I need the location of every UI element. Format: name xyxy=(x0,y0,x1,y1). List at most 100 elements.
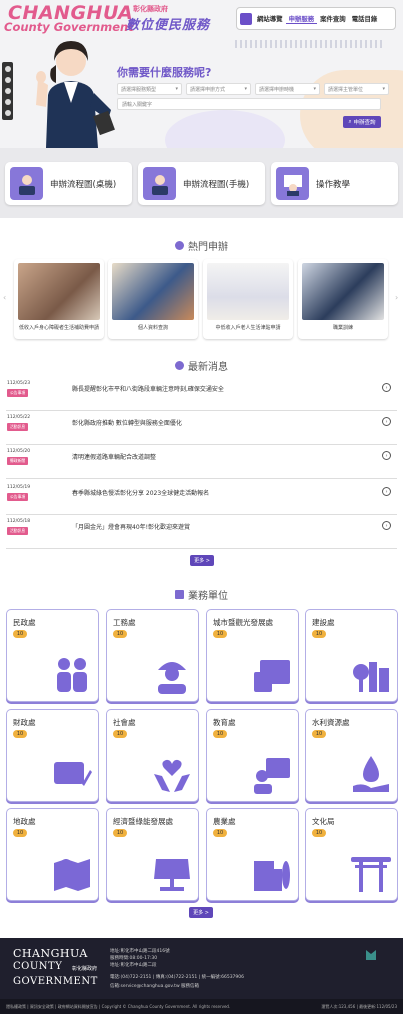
unit-card[interactable]: 文化局 10 xyxy=(305,808,398,901)
select-service-type[interactable]: 請選擇服務類型 ▾ xyxy=(117,83,182,95)
select-apply-method[interactable]: 請選擇申辦方式 ▾ xyxy=(186,83,251,95)
tutorial-icon xyxy=(276,167,309,200)
family-icon xyxy=(57,658,87,692)
unit-card[interactable]: 財政處 10 xyxy=(6,709,99,802)
news-item[interactable]: 112/05/18 活動訊息 「月圓金光」燈會再現40年!彰化歡迎來遊賞 › xyxy=(6,515,397,549)
arrow-right-icon[interactable]: › xyxy=(382,383,391,392)
carousel-prev-icon[interactable]: ‹ xyxy=(3,293,6,302)
unit-count-badge: 10 xyxy=(113,730,127,738)
share-icon[interactable] xyxy=(4,66,11,73)
nav-services[interactable]: 申辦服務 xyxy=(285,14,318,24)
news-item[interactable]: 112/05/19 公告事項 春季縣城綠色慢活彰化分享 2023全球健走活動報名… xyxy=(6,481,397,515)
arrow-right-icon[interactable]: › xyxy=(382,521,391,530)
search-selects: 請選擇服務類型 ▾ 請選擇申辦方式 ▾ 請選擇申辦時機 ▾ 請選擇主管單位 ▾ xyxy=(117,83,389,95)
card-flow-mobile[interactable]: 申辦流程圖(手機) xyxy=(138,162,265,205)
hot-section-title: 熱門申辦 xyxy=(0,238,403,253)
unit-name: 社會處 xyxy=(113,718,136,727)
library-photo xyxy=(112,263,194,320)
line-icon[interactable] xyxy=(4,87,11,94)
units-title-text: 業務單位 xyxy=(188,591,228,602)
unit-card[interactable]: 社會處 10 xyxy=(106,709,199,802)
unit-count-badge: 10 xyxy=(213,829,227,837)
footer-stats: 瀏覽人次:123,456 | 最後更新:112/05/23 xyxy=(321,1003,397,1009)
news-title[interactable]: 清明連假道路車輛配合改道調整 xyxy=(72,452,156,461)
menu-icon[interactable] xyxy=(240,12,252,25)
news-date: 112/05/22 xyxy=(7,415,31,420)
news-title[interactable]: 「月圓金光」燈會再現40年!彰化歡迎來遊賞 xyxy=(72,522,190,531)
unit-count-badge: 10 xyxy=(113,630,127,638)
news-item[interactable]: 112/05/23 公告事項 縣長提醒彰化市平和八街路段車輛注意時刻,確保交通安… xyxy=(6,377,397,411)
gate-icon xyxy=(351,857,391,892)
news-item[interactable]: 112/05/20 縣政新聞 清明連假道路車輛配合改道調整 › xyxy=(6,445,397,479)
unit-card[interactable]: 農業處 10 xyxy=(206,808,299,901)
news-title[interactable]: 彰化縣政府推動 數位轉型與服務全面優化 xyxy=(72,418,182,427)
meeting-photo xyxy=(302,263,384,320)
keyword-input[interactable]: 請輸入關鍵字 xyxy=(117,98,381,110)
footer-info: 服務時間:08:00-17:30 xyxy=(110,956,158,961)
news-tag: 公告事項 xyxy=(7,389,29,397)
nav-case-search[interactable]: 案件查詢 xyxy=(317,14,349,23)
unit-count-badge: 10 xyxy=(312,829,326,837)
hot-item-3[interactable]: 中低收入戶老人生活津貼申請 xyxy=(203,259,293,339)
unit-card[interactable]: 城市暨觀光發展處 10 xyxy=(206,609,299,702)
unit-name: 工務處 xyxy=(113,618,136,627)
units-more-button[interactable]: 更多 > xyxy=(189,907,213,918)
unit-card[interactable]: 建設處 10 xyxy=(305,609,398,702)
card-flow-desktop[interactable]: 申辦流程圖(桌機) xyxy=(5,162,132,205)
hot-item-label: 個人資料查詢 xyxy=(137,325,168,331)
unit-count-badge: 10 xyxy=(113,829,127,837)
unit-card[interactable]: 地政處 10 xyxy=(6,808,99,901)
carousel-next-icon[interactable]: › xyxy=(395,293,398,302)
news-tag: 活動訊息 xyxy=(7,527,29,535)
footer-info: 信箱:service@changhua.gov.tw 服務信箱 xyxy=(110,984,200,989)
wheelchair-photo xyxy=(18,263,100,320)
unit-name: 水利資源處 xyxy=(312,718,350,727)
unit-card[interactable]: 教育處 10 xyxy=(206,709,299,802)
select-label: 請選擇服務類型 xyxy=(121,86,157,93)
hot-item-4[interactable]: 職業訓練 xyxy=(298,259,388,339)
unit-name: 農業處 xyxy=(213,817,236,826)
card-tutorial[interactable]: 操作教學 xyxy=(271,162,398,205)
news-item[interactable]: 112/05/22 活動訊息 彰化縣政府推動 數位轉型與服務全面優化 › xyxy=(6,411,397,445)
unit-card[interactable]: 水利資源處 10 xyxy=(305,709,398,802)
nav-sitemap[interactable]: 網站導覽 xyxy=(254,14,286,23)
side-toolbar xyxy=(2,62,13,120)
arrow-right-icon[interactable]: › xyxy=(382,487,391,496)
arrow-right-icon[interactable]: › xyxy=(382,451,391,460)
news-title[interactable]: 春季縣城綠色慢活彰化分享 2023全球健走活動報名 xyxy=(72,488,209,497)
search-icon: ⌕ xyxy=(348,118,352,125)
select-department[interactable]: 請選擇主管單位 ▾ xyxy=(324,83,389,95)
logo-en-line2[interactable]: County Government xyxy=(4,20,134,34)
logo-zh-small: 彰化縣政府 xyxy=(133,5,168,13)
hot-item-1[interactable]: 低收入戶身心障礙者生活補助費申請 xyxy=(14,259,104,339)
unit-card[interactable]: 民政處 10 xyxy=(6,609,99,702)
search-button-label: 申辦查詢 xyxy=(353,120,376,126)
family-photo xyxy=(207,263,289,320)
unit-name: 城市暨觀光發展處 xyxy=(213,618,273,627)
nav-phone-directory[interactable]: 電話目錄 xyxy=(349,14,381,23)
news-title[interactable]: 縣長提醒彰化市平和八街路段車輛注意時刻,確保交通安全 xyxy=(72,384,224,393)
unit-count-badge: 10 xyxy=(213,730,227,738)
search-button[interactable]: ⌕ 申辦查詢 xyxy=(343,116,381,128)
unit-name: 文化局 xyxy=(312,817,335,826)
unit-name: 經濟暨綠能發展處 xyxy=(113,817,173,826)
select-apply-timing[interactable]: 請選擇申辦時機 ▾ xyxy=(255,83,320,95)
footer-links[interactable]: 隱私權政策 | 資訊安全政策 | 政府網站資料開放宣告 | Copyright … xyxy=(6,1004,230,1010)
hot-item-2[interactable]: 個人資料查詢 xyxy=(108,259,198,339)
top-icon[interactable] xyxy=(4,109,11,116)
unit-card[interactable]: 經濟暨綠能發展處 10 xyxy=(106,808,199,901)
news-more-button[interactable]: 更多 > xyxy=(190,555,214,566)
footer-logo-en1: CHANGHUA xyxy=(13,947,88,960)
facebook-icon[interactable] xyxy=(4,77,11,84)
unit-card[interactable]: 工務處 10 xyxy=(106,609,199,702)
select-label: 請選擇申辦時機 xyxy=(259,86,295,93)
news-tag: 活動訊息 xyxy=(7,423,29,431)
hot-item-label: 低收入戶身心障礙者生活補助費申請 xyxy=(18,325,99,331)
hero-banner: CHANGHUA County Government 彰化縣政府 數位便民服務 … xyxy=(0,0,403,148)
news-icon xyxy=(175,361,184,370)
arrow-right-icon[interactable]: › xyxy=(382,417,391,426)
chevron-down-icon: ▾ xyxy=(313,86,316,92)
hot-icon xyxy=(175,241,184,250)
print-icon[interactable] xyxy=(4,98,11,105)
unit-count-badge: 10 xyxy=(13,829,27,837)
